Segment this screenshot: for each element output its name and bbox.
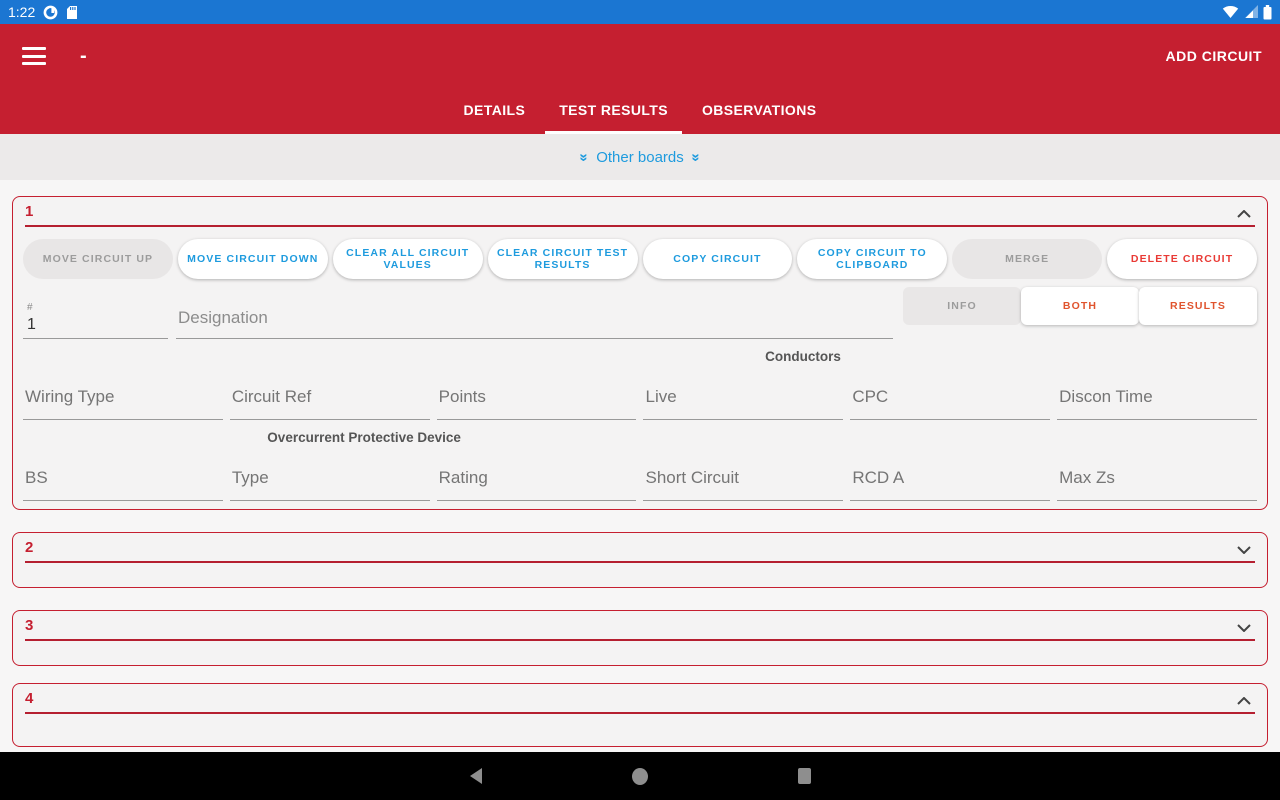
- delete-circuit-button[interactable]: DELETE CIRCUIT: [1107, 239, 1257, 279]
- chevron-down-icon[interactable]: [1237, 541, 1251, 559]
- designation-field[interactable]: Designation: [176, 308, 893, 339]
- status-time: 1:22: [8, 4, 35, 20]
- move-circuit-up-button[interactable]: MOVE CIRCUIT UP: [23, 239, 173, 279]
- status-bar: 1:22: [0, 0, 1280, 24]
- chevron-down-icon[interactable]: [1237, 619, 1251, 637]
- android-nav-bar: [0, 752, 1280, 800]
- tab-test-results[interactable]: TEST RESULTS: [545, 88, 682, 134]
- rcd-a-field[interactable]: RCD A: [850, 452, 1050, 501]
- sdcard-icon: [66, 5, 78, 20]
- live-field[interactable]: Live: [643, 371, 843, 420]
- battery-icon: [1263, 5, 1272, 20]
- signal-icon: [1243, 5, 1259, 19]
- toggle-both[interactable]: BOTH: [1021, 287, 1139, 325]
- circuit-actions: MOVE CIRCUIT UP MOVE CIRCUIT DOWN CLEAR …: [13, 227, 1267, 281]
- number-field-value: 1: [27, 316, 164, 334]
- toggle-info[interactable]: INFO: [903, 287, 1021, 325]
- copy-circuit-button[interactable]: COPY CIRCUIT: [643, 239, 793, 279]
- tab-observations[interactable]: OBSERVATIONS: [688, 88, 830, 134]
- home-icon[interactable]: [626, 762, 654, 790]
- double-chevron-down-icon: »: [576, 153, 593, 161]
- bs-field[interactable]: BS: [23, 452, 223, 501]
- circuit-divider: [25, 561, 1255, 563]
- circuit-card-2: 2: [12, 532, 1268, 588]
- app-bar: - ADD CIRCUIT DETAILS TEST RESULTS OBSER…: [0, 24, 1280, 134]
- toggle-results[interactable]: RESULTS: [1139, 287, 1257, 325]
- circuit-number: 3: [25, 617, 33, 634]
- circuit-divider: [25, 712, 1255, 714]
- add-circuit-button[interactable]: ADD CIRCUIT: [1166, 48, 1263, 64]
- menu-icon[interactable]: [22, 47, 46, 65]
- move-circuit-down-button[interactable]: MOVE CIRCUIT DOWN: [178, 239, 328, 279]
- circuit-number: 1: [25, 203, 33, 220]
- other-boards-label: Other boards: [596, 149, 684, 166]
- circuit-number: 2: [25, 539, 33, 556]
- view-toggle: INFO BOTH RESULTS: [903, 287, 1257, 325]
- circuit-ref-field[interactable]: Circuit Ref: [230, 371, 430, 420]
- circuit-list: 1 MOVE CIRCUIT UP MOVE CIRCUIT DOWN CLEA…: [0, 180, 1280, 752]
- circuit-card-3: 3: [12, 610, 1268, 666]
- back-icon[interactable]: [462, 762, 490, 790]
- chevron-up-icon[interactable]: [1237, 205, 1251, 223]
- max-zs-field[interactable]: Max Zs: [1057, 452, 1257, 501]
- cpc-field[interactable]: CPC: [850, 371, 1050, 420]
- page-title: -: [80, 45, 87, 68]
- copy-circuit-to-clipboard-button[interactable]: COPY CIRCUIT TO CLIPBOARD: [797, 239, 947, 279]
- ocpd-fields: BS Type Rating Short Circuit RCD A Max Z…: [13, 452, 1267, 501]
- circuit-number: 4: [25, 690, 33, 707]
- conductors-fields: Wiring Type Circuit Ref Points Live CPC …: [13, 371, 1267, 420]
- circuit-divider: [25, 639, 1255, 641]
- type-field[interactable]: Type: [230, 452, 430, 501]
- other-boards-expander[interactable]: » Other boards »: [0, 134, 1280, 180]
- circuit-card-4: 4: [12, 683, 1268, 747]
- number-field-label: #: [27, 302, 164, 313]
- ocpd-heading: Overcurrent Protective Device: [267, 430, 461, 445]
- clear-all-circuit-values-button[interactable]: CLEAR ALL CIRCUIT VALUES: [333, 239, 483, 279]
- tab-bar: DETAILS TEST RESULTS OBSERVATIONS: [0, 88, 1280, 134]
- merge-button[interactable]: MERGE: [952, 239, 1102, 279]
- double-chevron-down-icon: »: [687, 153, 704, 161]
- tab-details[interactable]: DETAILS: [450, 88, 540, 134]
- wiring-type-field[interactable]: Wiring Type: [23, 371, 223, 420]
- points-field[interactable]: Points: [437, 371, 637, 420]
- designation-placeholder: Designation: [178, 308, 891, 328]
- circuit-number-field[interactable]: # 1: [23, 302, 168, 339]
- recents-icon[interactable]: [790, 762, 818, 790]
- wifi-icon: [1222, 5, 1239, 19]
- discon-time-field[interactable]: Discon Time: [1057, 371, 1257, 420]
- short-circuit-field[interactable]: Short Circuit: [643, 452, 843, 501]
- data-saver-icon: [43, 5, 58, 20]
- circuit-card-1: 1 MOVE CIRCUIT UP MOVE CIRCUIT DOWN CLEA…: [12, 196, 1268, 510]
- chevron-up-icon[interactable]: [1237, 692, 1251, 710]
- conductors-heading: Conductors: [765, 349, 841, 364]
- clear-circuit-test-results-button[interactable]: CLEAR CIRCUIT TEST RESULTS: [488, 239, 638, 279]
- rating-field[interactable]: Rating: [437, 452, 637, 501]
